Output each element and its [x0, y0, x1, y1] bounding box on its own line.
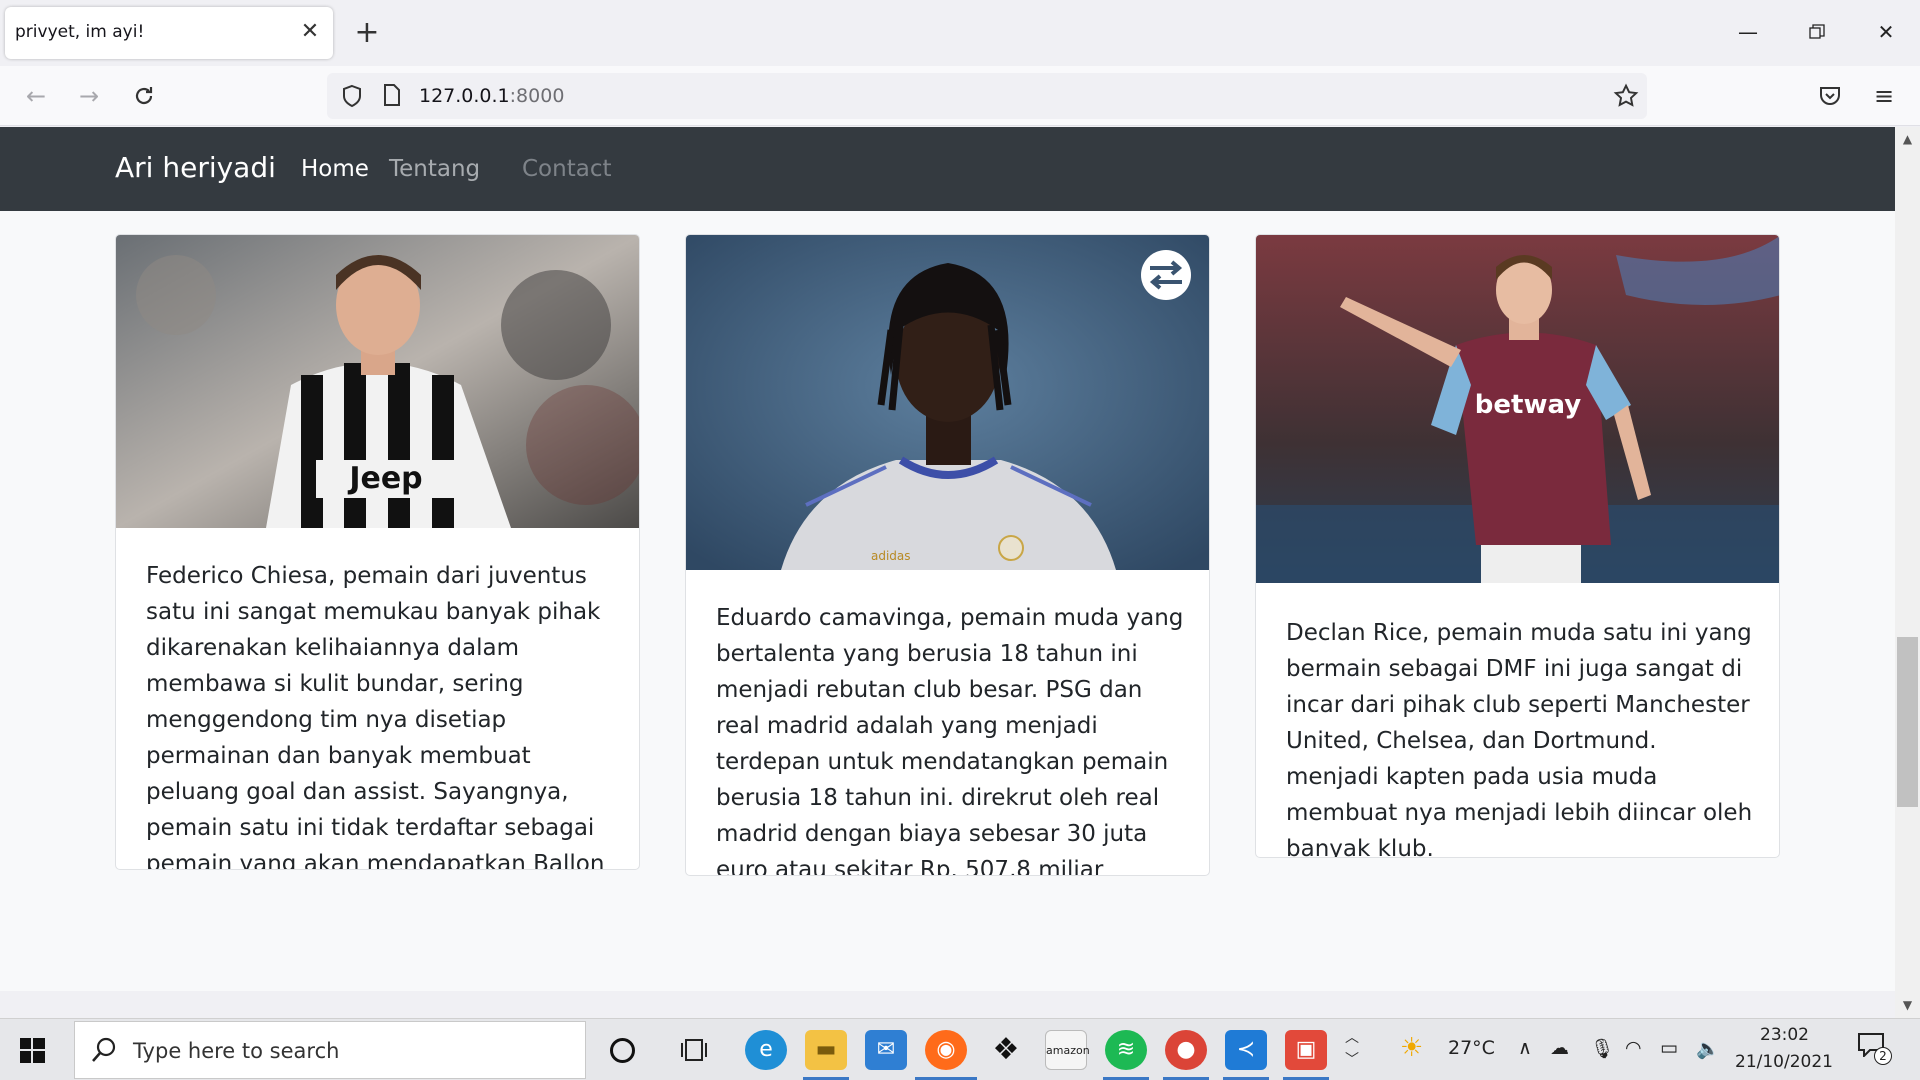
vscode-icon[interactable]: ≺ — [1225, 1030, 1267, 1070]
weather-icon[interactable]: ☀ — [1400, 1033, 1423, 1063]
search-placeholder: Type here to search — [133, 1039, 340, 1063]
back-arrow-icon[interactable]: ← — [18, 78, 54, 114]
amazon-icon[interactable]: amazon — [1045, 1030, 1090, 1070]
presentation-app-icon[interactable]: ▣ — [1285, 1030, 1327, 1070]
player-photo: Jeep — [116, 235, 639, 528]
edge-browser-icon[interactable]: e — [745, 1030, 787, 1070]
cortana-icon[interactable] — [610, 1038, 635, 1063]
card-text: Declan Rice, pemain muda satu ini yang b… — [1286, 620, 1753, 858]
onedrive-icon[interactable]: ☁ — [1550, 1037, 1569, 1059]
clock-date[interactable]: 21/10/2021 — [1735, 1052, 1833, 1072]
reload-icon[interactable] — [126, 78, 162, 114]
tab-title: privyet, im ayi! — [15, 22, 145, 42]
taskbar-overflow-chevron-icon[interactable]: ︿ ﹀ — [1345, 1027, 1359, 1071]
site-navbar: Ari heriyadi Home Tentang Contact — [0, 127, 1895, 211]
spotify-icon[interactable]: ≋ — [1105, 1030, 1147, 1070]
windows-start-icon[interactable] — [20, 1038, 45, 1067]
page-scrollbar[interactable]: ▲ ▼ — [1895, 127, 1920, 1018]
browser-tab-active[interactable]: privyet, im ayi! ✕ — [5, 7, 333, 59]
wifi-icon[interactable]: ◠ — [1625, 1037, 1642, 1059]
scroll-up-arrow-icon[interactable]: ▲ — [1895, 129, 1920, 149]
forward-arrow-icon[interactable]: → — [71, 78, 107, 114]
jersey-sponsor-text: adidas — [871, 549, 911, 563]
player-photo: betway — [1256, 235, 1779, 583]
jersey-sponsor-text: Jeep — [347, 461, 422, 496]
notification-count-badge: 2 — [1874, 1047, 1892, 1065]
scroll-down-arrow-icon[interactable]: ▼ — [1895, 995, 1920, 1015]
windows-taskbar: Type here to search e ▬ ✉ ◉ ❖ amazon ≋ ●… — [0, 1018, 1920, 1080]
close-window-icon[interactable]: ✕ — [1866, 14, 1906, 50]
notification-center-icon[interactable]: 2 — [1858, 1033, 1892, 1065]
browser-toolbar: ← → 127.0.0.1:8000 ≡ — [0, 66, 1920, 126]
nav-link-home[interactable]: Home — [301, 156, 369, 182]
taskbar-search-box[interactable]: Type here to search — [74, 1021, 586, 1079]
minimize-window-icon[interactable]: — — [1728, 14, 1768, 50]
site-brand[interactable]: Ari heriyadi — [115, 151, 276, 184]
url-port: :8000 — [509, 85, 565, 107]
browser-tab-strip: privyet, im ayi! ✕ + — ✕ — [0, 0, 1920, 66]
clock-time[interactable]: 23:02 — [1760, 1025, 1809, 1045]
chrome-icon[interactable]: ● — [1165, 1030, 1207, 1070]
firefox-icon[interactable]: ◉ — [925, 1030, 967, 1070]
bookmark-star-icon[interactable] — [1613, 83, 1639, 113]
app-menu-icon[interactable]: ≡ — [1866, 78, 1902, 114]
card-text: Eduardo camavinga, pemain muda yang bert… — [716, 605, 1184, 876]
dropbox-icon[interactable]: ❖ — [985, 1030, 1027, 1070]
page-viewport: Ari heriyadi Home Tentang Contact Jeep F… — [0, 127, 1895, 991]
search-icon — [91, 1036, 117, 1068]
file-explorer-icon[interactable]: ▬ — [805, 1030, 847, 1070]
tab-close-icon[interactable]: ✕ — [297, 19, 323, 45]
weather-temperature[interactable]: 27°C — [1448, 1037, 1495, 1059]
jersey-sponsor-text: betway — [1475, 390, 1581, 420]
task-view-icon[interactable] — [680, 1035, 710, 1069]
page-info-icon[interactable] — [383, 84, 401, 110]
pocket-icon[interactable] — [1812, 78, 1848, 114]
battery-icon[interactable]: ▭ — [1660, 1037, 1678, 1059]
url-bar[interactable]: 127.0.0.1:8000 — [327, 73, 1647, 119]
scrollbar-thumb[interactable] — [1897, 637, 1918, 807]
player-card: adidas Eduardo camavinga, pemain muda ya… — [685, 234, 1210, 876]
card-text: Federico Chiesa, pemain dari juventus sa… — [146, 563, 605, 870]
new-tab-plus-icon[interactable]: + — [350, 16, 384, 50]
nav-link-contact[interactable]: Contact — [522, 156, 611, 182]
microphone-icon[interactable]: 🎙 — [1590, 1037, 1614, 1060]
nav-link-tentang[interactable]: Tentang — [389, 156, 480, 182]
mail-icon[interactable]: ✉ — [865, 1030, 907, 1070]
url-host: 127.0.0.1 — [419, 85, 510, 107]
restore-window-icon[interactable] — [1797, 14, 1837, 50]
volume-icon[interactable]: 🔈 — [1696, 1037, 1720, 1060]
tracking-shield-icon[interactable] — [341, 84, 363, 112]
player-card: betway Declan Rice, pemain muda satu ini… — [1255, 234, 1780, 858]
player-photo: adidas — [686, 235, 1209, 570]
player-card: Jeep Federico Chiesa, pemain dari juvent… — [115, 234, 640, 870]
tray-expand-chevron-icon[interactable]: ∧ — [1518, 1037, 1532, 1059]
swap-badge-icon — [1141, 250, 1191, 300]
url-text[interactable]: 127.0.0.1:8000 — [419, 85, 564, 107]
